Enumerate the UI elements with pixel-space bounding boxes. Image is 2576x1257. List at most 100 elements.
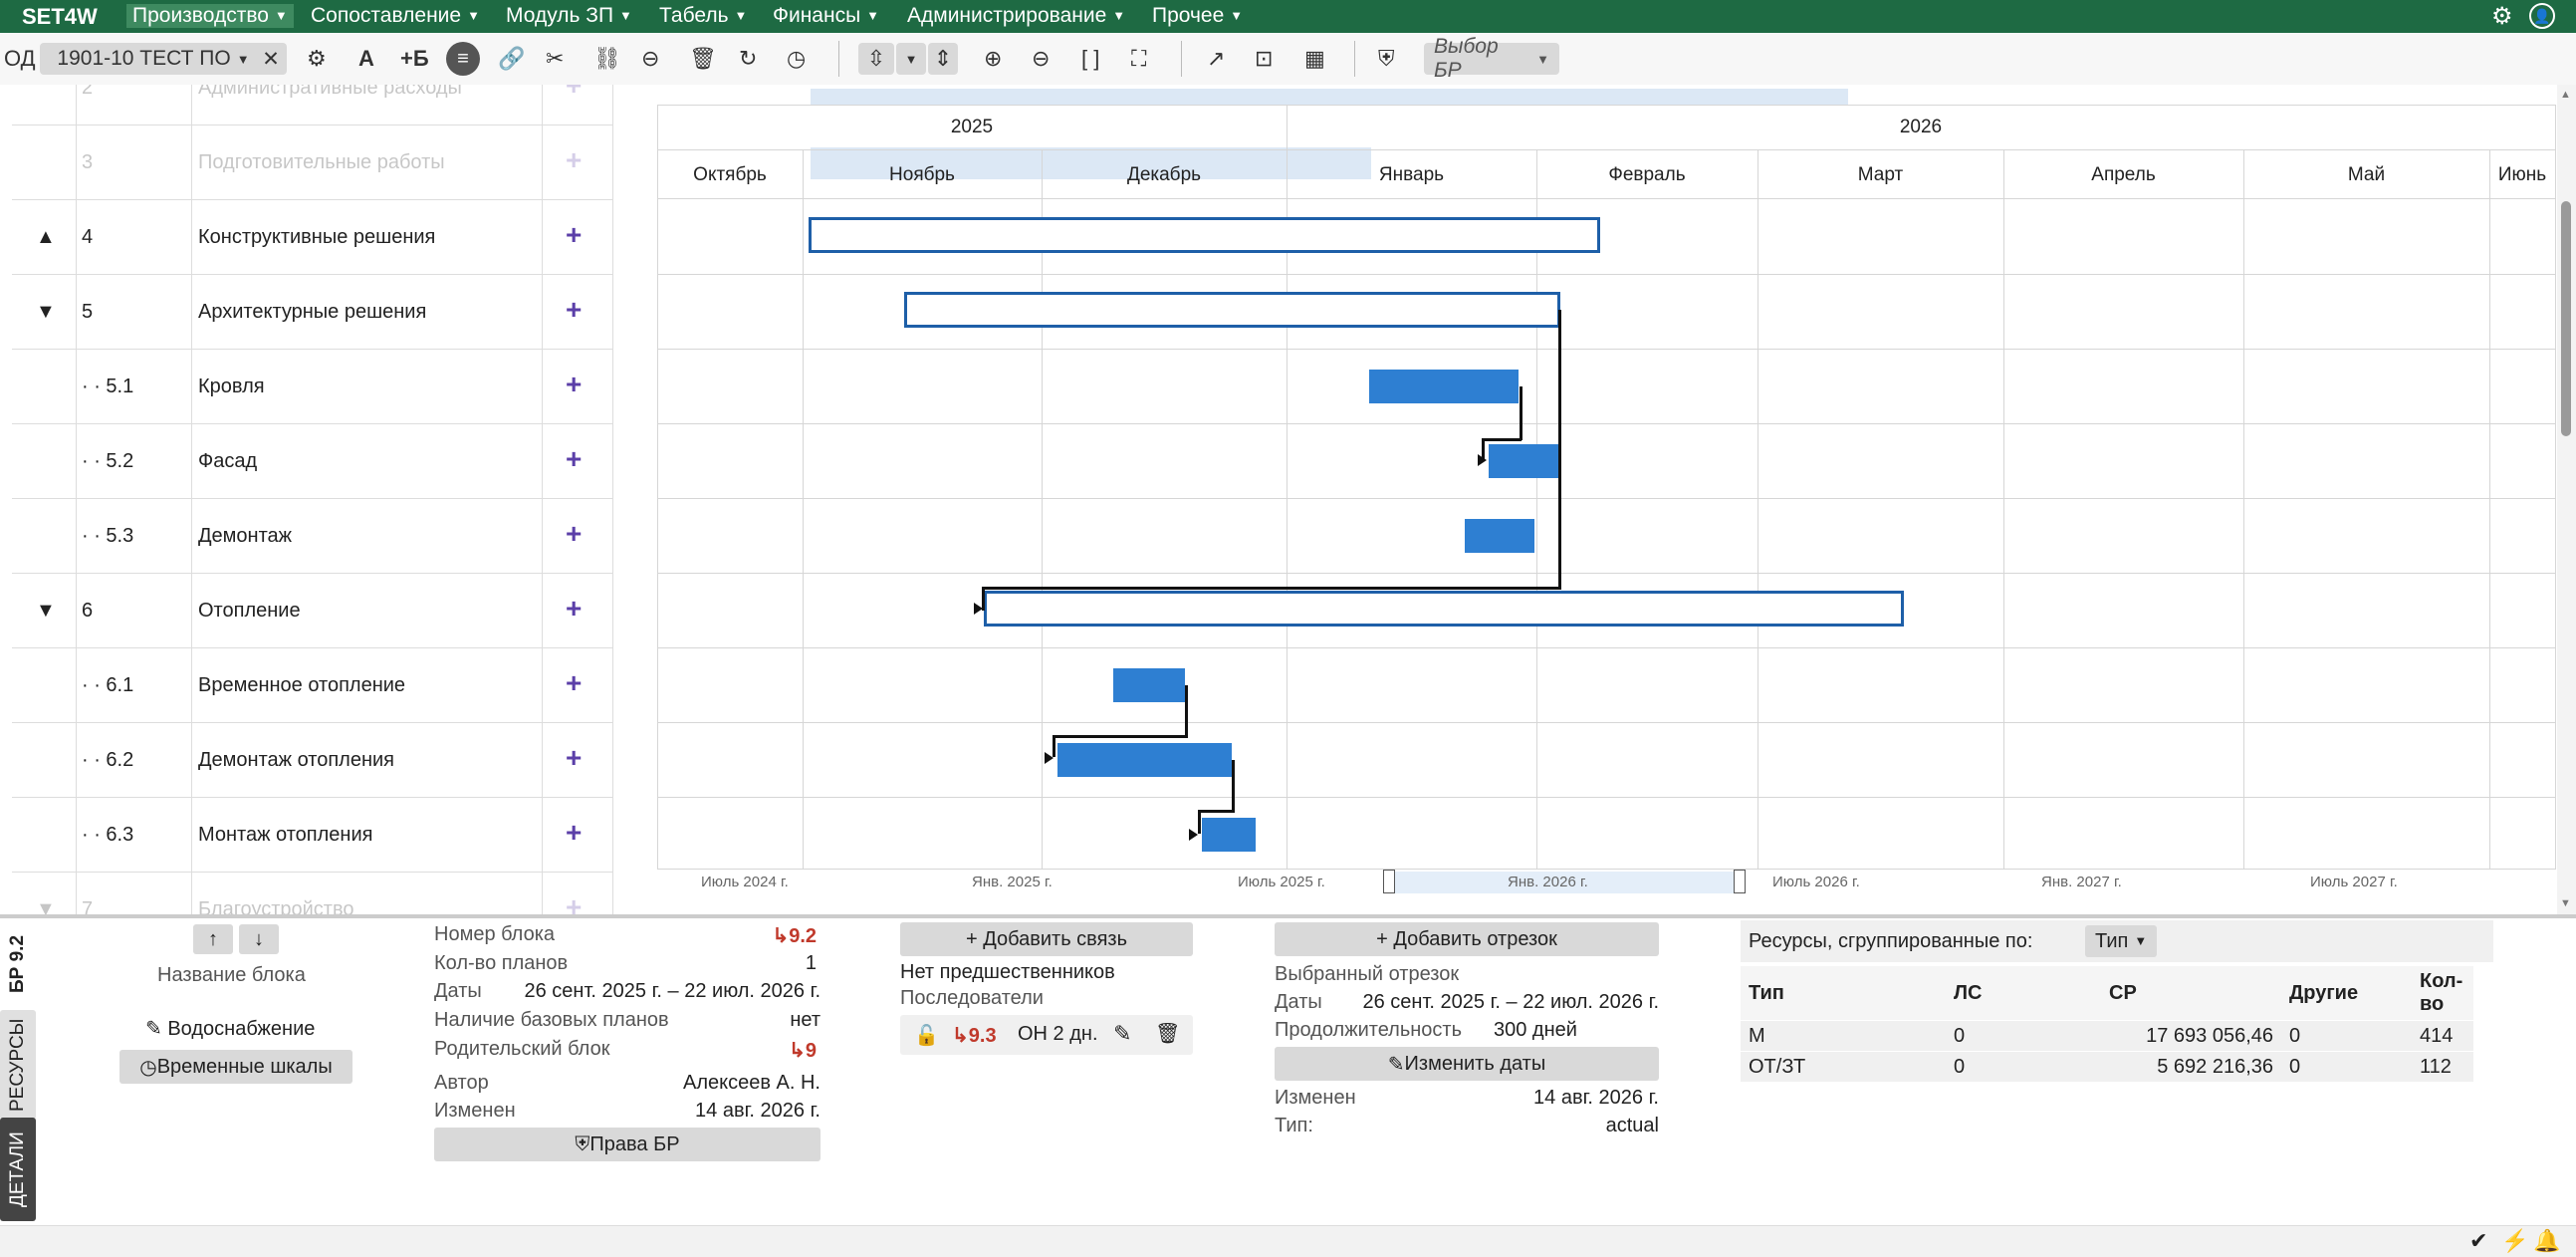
lock-icon[interactable]: 🔓 — [914, 1023, 939, 1048]
expand-all-icon[interactable]: ⇕ — [928, 43, 958, 75]
add-row-icon[interactable]: + — [566, 595, 582, 623]
table-row[interactable]: ОТ/ЗТ 0 5 692 216,36 0 112 — [1741, 1051, 2473, 1082]
move-down-button[interactable]: ↓ — [239, 924, 279, 954]
row-name[interactable]: Демонтаж отопления — [198, 749, 394, 772]
fit-brackets-icon[interactable]: [ ] — [1081, 43, 1099, 75]
menu-comparison[interactable]: Сопоставление ▼ — [311, 4, 480, 28]
row-toggle-icon[interactable]: ▼ — [36, 600, 56, 623]
block-title[interactable]: ✎ Водоснабжение — [145, 1016, 315, 1041]
scroll-up-icon[interactable]: ▲ — [2560, 89, 2571, 101]
add-row-icon[interactable]: + — [566, 669, 582, 697]
row-toggle-icon[interactable]: ▲ — [36, 226, 56, 249]
menu-finance[interactable]: Финансы ▼ — [773, 4, 879, 28]
scrollbar-thumb[interactable] — [2561, 201, 2571, 436]
row-toggle-icon[interactable]: ▼ — [36, 898, 56, 914]
collapse-all-icon[interactable]: ⇳ — [858, 43, 894, 75]
scroll-down-icon[interactable]: ▼ — [2560, 897, 2571, 909]
zoom-out-icon[interactable]: ⊖ — [1032, 43, 1050, 75]
project-select[interactable]: 1901-10 ТЕСТ ПО ▼ — [40, 43, 267, 75]
segment-dates-label: Даты — [1275, 991, 1322, 1013]
list-add-icon[interactable]: ≡ — [446, 42, 480, 76]
check-icon[interactable]: ✔ — [2469, 1228, 2487, 1254]
move-up-button[interactable]: ↑ — [193, 924, 233, 954]
gear-icon[interactable]: ⚙ — [2491, 2, 2513, 31]
shield-icon[interactable]: ⛨ — [1378, 43, 1395, 75]
trash-icon[interactable]: 🗑 — [689, 43, 717, 75]
add-row-icon[interactable]: + — [566, 893, 582, 915]
successor-ref[interactable]: ↳9.3 — [952, 1023, 997, 1048]
menu-production[interactable]: Производство ▼ — [126, 4, 294, 28]
cell-sr: 17 693 056,46 — [2101, 1020, 2281, 1052]
add-block-button[interactable]: +Б — [400, 43, 429, 75]
font-button[interactable]: A — [358, 43, 374, 75]
row-name[interactable]: Подготовительные работы — [198, 151, 445, 174]
tab-details[interactable]: ДЕТАЛИ — [0, 1118, 36, 1221]
fullscreen-icon[interactable]: ⛶ — [1131, 43, 1146, 75]
export-icon[interactable]: ↗ — [1207, 43, 1225, 75]
add-row-icon[interactable]: + — [566, 221, 582, 249]
link-split-icon[interactable]: ⛓ — [593, 43, 621, 75]
add-row-icon[interactable]: + — [566, 819, 582, 847]
table-row[interactable]: М 0 17 693 056,46 0 414 — [1741, 1020, 2473, 1052]
menu-other[interactable]: Прочее ▼ — [1152, 4, 1243, 28]
pencil-icon[interactable]: ✎ — [1113, 1021, 1131, 1047]
menu-admin[interactable]: Администрирование ▼ — [907, 4, 1125, 28]
cell-sr: 5 692 216,36 — [2101, 1051, 2281, 1082]
add-row-icon[interactable]: + — [566, 296, 582, 324]
row-name[interactable]: Конструктивные решения — [198, 226, 435, 249]
app-brand[interactable]: SET4W — [22, 4, 98, 30]
chevron-down-icon[interactable]: ▼ — [896, 43, 926, 75]
bell-icon[interactable]: 🔔 — [2533, 1228, 2560, 1254]
successor-info: ОН 2 дн. — [1018, 1023, 1098, 1045]
row-name[interactable]: Архитектурные решения — [198, 301, 426, 324]
trash-icon[interactable]: 🗑 — [1155, 1021, 1180, 1046]
user-icon[interactable]: 👤 — [2529, 3, 2555, 29]
parent-value[interactable]: ↳9 — [763, 1038, 817, 1063]
row-name[interactable]: Монтаж отопления — [198, 824, 372, 847]
lightning-icon[interactable]: ⚡ — [2501, 1228, 2528, 1254]
row-name[interactable]: Благоустройство — [198, 898, 353, 914]
chevron-down-icon: ▼ — [467, 8, 480, 23]
menu-timesheet[interactable]: Табель ▼ — [659, 4, 747, 28]
tab-resources[interactable]: РЕСУРСЫ — [0, 1010, 36, 1120]
table-icon[interactable]: ▦ — [1304, 43, 1325, 75]
br-select[interactable]: Выбор БР ▼ — [1424, 35, 1559, 82]
row-name[interactable]: Временное отопление — [198, 674, 405, 697]
timescales-button[interactable]: ◷ Временные шкалы — [119, 1050, 352, 1084]
group-by-select[interactable]: Тип ▼ — [2085, 925, 2158, 957]
cell-type: ОТ/ЗТ — [1741, 1051, 1946, 1082]
row-name[interactable]: Кровля — [198, 376, 265, 398]
add-row-icon[interactable]: + — [566, 445, 582, 473]
add-row-icon[interactable]: + — [566, 146, 582, 174]
chain-icon[interactable]: ⊖ — [641, 43, 659, 75]
vertical-scrollbar[interactable]: ▲ ▼ — [2557, 85, 2576, 914]
clear-project-button[interactable]: ✕ — [255, 43, 287, 75]
hidden-summary-bar — [811, 89, 1848, 105]
link-icon[interactable]: 🔗 — [498, 43, 525, 75]
row-name[interactable]: Фасад — [198, 450, 257, 473]
refresh-icon[interactable]: ↻ — [739, 43, 757, 75]
segment-dates-value: 26 сент. 2025 г. – 22 июл. 2026 г. — [1362, 991, 1660, 1013]
unlink-icon[interactable]: ✂ — [546, 43, 564, 75]
add-row-icon[interactable]: + — [566, 744, 582, 772]
change-dates-button[interactable]: ✎ Изменить даты — [1275, 1047, 1659, 1081]
row-name[interactable]: Отопление — [198, 600, 301, 623]
menu-module-zp[interactable]: Модуль ЗП ▼ — [506, 4, 632, 28]
row-toggle-icon[interactable]: ▼ — [36, 301, 56, 324]
add-row-icon[interactable]: + — [566, 520, 582, 548]
dates-label: Даты — [434, 980, 482, 1002]
zoom-in-icon[interactable]: ⊕ — [984, 43, 1002, 75]
add-link-button[interactable]: + Добавить связь — [900, 922, 1193, 956]
add-segment-button[interactable]: + Добавить отрезок — [1275, 922, 1659, 956]
block-number-value[interactable]: ↳9.2 — [763, 923, 817, 948]
add-row-icon[interactable]: + — [566, 85, 582, 100]
row-name[interactable]: Административные расходы — [198, 85, 462, 100]
row-name[interactable]: Демонтаж — [198, 525, 292, 548]
focus-icon[interactable]: ⊡ — [1255, 43, 1273, 75]
add-row-icon[interactable]: + — [566, 371, 582, 398]
rights-button[interactable]: ⛨ Права БР — [434, 1128, 820, 1161]
gantt-chart[interactable] — [657, 85, 2556, 914]
tab-br[interactable]: БР 9.2 — [0, 924, 36, 1004]
settings-icon[interactable]: ⚙ — [307, 43, 327, 75]
clock-icon[interactable]: ◷ — [787, 43, 806, 75]
